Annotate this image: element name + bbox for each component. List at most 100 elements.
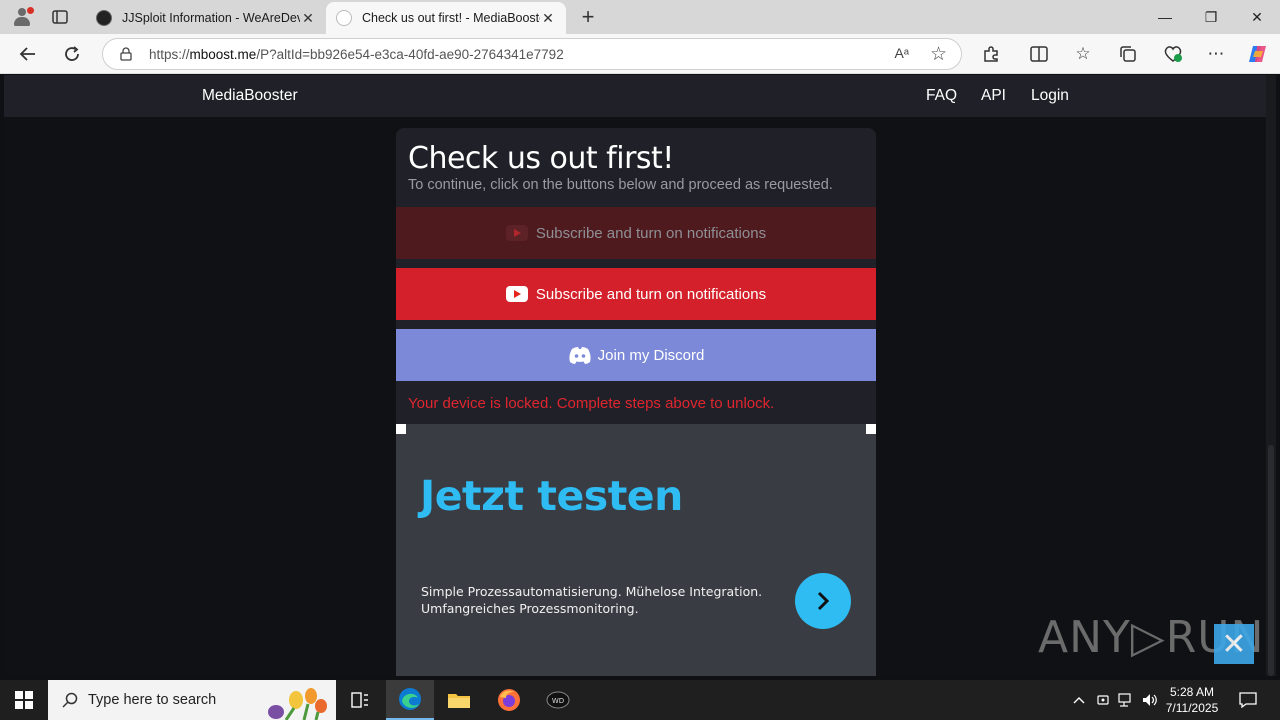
close-window-button[interactable]: ✕ xyxy=(1234,0,1280,34)
firefox-button[interactable] xyxy=(485,680,533,720)
speaker-icon xyxy=(1143,694,1157,706)
step-label: Subscribe and turn on notifications xyxy=(535,285,767,303)
tab-title: JJSploit Information - WeAreDevs xyxy=(122,11,300,25)
favorites-button[interactable]: ☆ xyxy=(1069,40,1097,68)
search-placeholder: Type here to search xyxy=(88,692,217,708)
folder-icon xyxy=(448,694,470,708)
watermark-x-icon: ✕ xyxy=(1214,624,1254,664)
ad-corner-right xyxy=(866,424,876,434)
browser-essentials-button[interactable] xyxy=(1159,40,1187,68)
ad-go-button[interactable] xyxy=(795,573,851,629)
notification-dot xyxy=(27,7,34,14)
search-icon xyxy=(62,692,78,708)
tab-actions-button[interactable] xyxy=(48,6,72,28)
svg-text:WD: WD xyxy=(552,697,564,705)
more-dots-icon: ⋯ xyxy=(1207,44,1225,63)
edge-icon xyxy=(399,688,421,710)
page-scrollbar[interactable] xyxy=(1266,75,1276,676)
tray-device-icon[interactable] xyxy=(1092,680,1114,720)
scrollbar-thumb[interactable] xyxy=(1268,445,1274,676)
clock-date: 7/11/2025 xyxy=(1165,701,1219,715)
start-button[interactable] xyxy=(0,680,48,720)
split-screen-button[interactable] xyxy=(1025,40,1053,68)
nav-login-link[interactable]: Login xyxy=(1031,87,1069,105)
notification-center-button[interactable] xyxy=(1234,680,1262,720)
site-brand-link[interactable]: MediaBooster xyxy=(202,87,298,105)
windows-logo-icon xyxy=(15,691,33,709)
site-navbar: MediaBooster FAQ API Login xyxy=(4,75,1266,117)
youtube-icon xyxy=(505,286,528,302)
puzzle-icon xyxy=(984,46,998,62)
task-view-button[interactable] xyxy=(336,680,384,720)
site-info-icon[interactable] xyxy=(119,47,133,61)
split-screen-icon xyxy=(1030,46,1048,62)
close-tab-icon[interactable]: ✕ xyxy=(540,10,556,27)
notification-icon xyxy=(1239,692,1257,708)
settings-more-button[interactable]: ⋯ xyxy=(1202,40,1230,68)
discord-icon xyxy=(569,347,591,364)
nav-faq-link[interactable]: FAQ xyxy=(926,87,957,105)
tab-title: Check us out first! - MediaBooster xyxy=(362,11,540,25)
subscribe-step-completed-button[interactable]: Subscribe and turn on notifications xyxy=(396,207,876,259)
read-aloud-icon[interactable]: Aᵃ xyxy=(894,45,909,61)
browser-tab-strip: JJSploit Information - WeAreDevs ✕ Check… xyxy=(0,0,1280,34)
browser-toolbar: https://mboost.me/P?altId=bb926e54-e3ca-… xyxy=(0,34,1280,74)
tab-mediabooster[interactable]: Check us out first! - MediaBooster ✕ xyxy=(326,2,566,34)
network-button[interactable] xyxy=(1115,680,1137,720)
collections-button[interactable] xyxy=(1114,40,1142,68)
tab-jjsploit[interactable]: JJSploit Information - WeAreDevs ✕ xyxy=(86,2,326,34)
windows-taskbar: Type here to search WD 5:28 AM 7/11/2025 xyxy=(0,680,1280,720)
taskbar-clock[interactable]: 5:28 AM 7/11/2025 xyxy=(1160,684,1224,716)
wearedevs-app-button[interactable]: WD xyxy=(534,680,582,720)
edge-taskbar-button[interactable] xyxy=(386,680,434,720)
task-view-icon xyxy=(351,692,368,708)
chevron-up-icon xyxy=(1073,697,1085,704)
url-text: https://mboost.me/P?altId=bb926e54-e3ca-… xyxy=(149,47,564,62)
search-highlight-flowers-icon xyxy=(268,688,327,720)
close-tab-icon[interactable]: ✕ xyxy=(300,10,316,27)
back-arrow-icon xyxy=(19,47,35,61)
favorite-star-icon[interactable]: ☆ xyxy=(930,43,947,66)
show-hidden-icons-button[interactable] xyxy=(1068,680,1090,720)
network-icon xyxy=(1118,693,1131,707)
unlock-card: Check us out first! To continue, click o… xyxy=(396,128,876,428)
device-locked-message: Your device is locked. Complete steps ab… xyxy=(408,395,775,412)
join-discord-button[interactable]: Join my Discord xyxy=(396,329,876,381)
new-tab-button[interactable]: + xyxy=(576,4,600,30)
tab-actions-icon xyxy=(52,10,68,24)
chevron-right-icon xyxy=(817,591,830,611)
minimize-button[interactable]: — xyxy=(1142,0,1188,34)
profile-button[interactable] xyxy=(8,5,36,29)
volume-button[interactable] xyxy=(1139,680,1161,720)
step-label: Join my Discord xyxy=(597,346,705,364)
copilot-icon xyxy=(1249,46,1266,62)
heartbeat-icon xyxy=(1164,46,1182,62)
refresh-button[interactable] xyxy=(58,40,86,68)
card-subtitle: To continue, click on the buttons below … xyxy=(408,177,833,193)
collections-icon xyxy=(1120,46,1136,62)
usb-device-icon xyxy=(1097,695,1109,705)
file-explorer-button[interactable] xyxy=(435,680,483,720)
mediabooster-favicon xyxy=(336,10,352,26)
step-label: Subscribe and turn on notifications xyxy=(535,224,767,242)
subscribe-step-button[interactable]: Subscribe and turn on notifications xyxy=(396,268,876,320)
extensions-button[interactable] xyxy=(977,40,1005,68)
address-bar[interactable]: https://mboost.me/P?altId=bb926e54-e3ca-… xyxy=(102,38,962,70)
refresh-icon xyxy=(65,46,79,61)
back-button[interactable] xyxy=(14,40,42,68)
favorites-star-icon: ☆ xyxy=(1075,44,1091,63)
clock-time: 5:28 AM xyxy=(1169,685,1215,699)
copilot-button[interactable] xyxy=(1244,40,1272,68)
page-title: Check us out first! xyxy=(408,141,674,176)
wearedevs-favicon xyxy=(96,10,112,26)
nav-api-link[interactable]: API xyxy=(981,87,1006,105)
maximize-button[interactable]: ❐ xyxy=(1188,0,1234,34)
web-page: MediaBooster FAQ API Login Check us out … xyxy=(4,75,1266,676)
ad-headline: Jetzt testen xyxy=(420,472,683,520)
taskbar-search-box[interactable]: Type here to search xyxy=(48,680,336,720)
advertisement-banner[interactable]: Jetzt testen Simple Prozessautomatisieru… xyxy=(396,424,876,676)
ad-corner-left xyxy=(396,424,406,434)
ad-description: Simple Prozessautomatisierung. Mühelose … xyxy=(421,584,763,616)
wrd-app-icon: WD xyxy=(546,691,570,709)
firefox-icon xyxy=(498,689,520,711)
